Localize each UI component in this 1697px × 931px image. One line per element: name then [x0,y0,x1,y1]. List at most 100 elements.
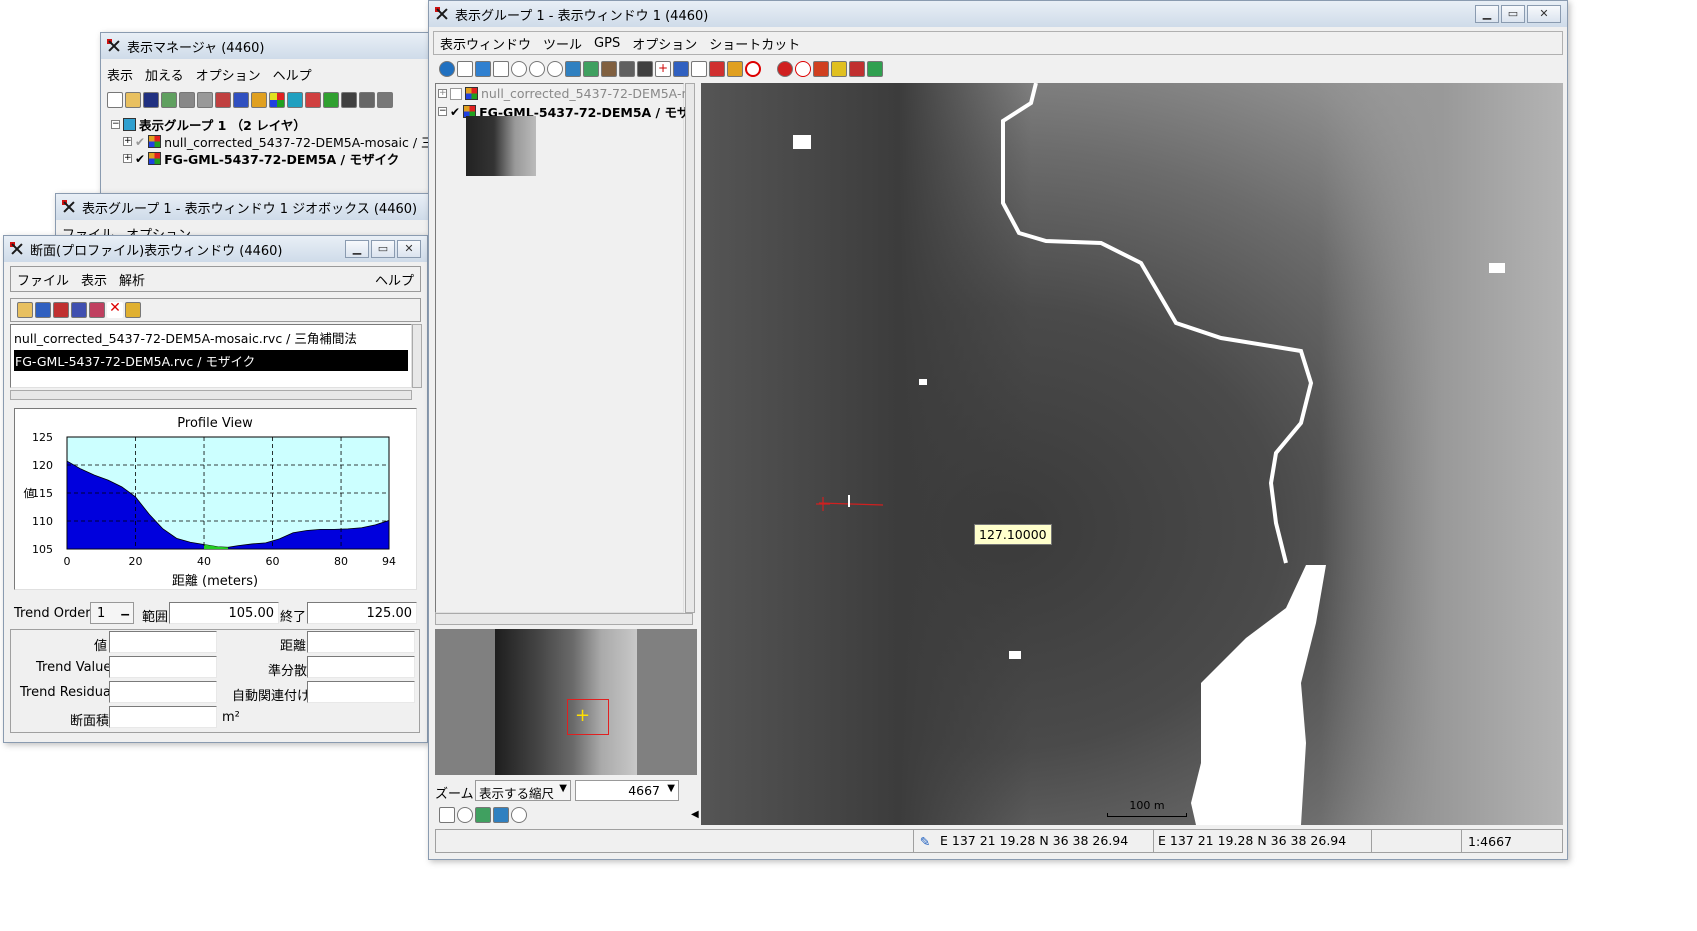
menu-gps[interactable]: GPS [588,36,626,51]
list-item[interactable]: null_corrected_5437-72-DEM5A-mosaic.rvc … [11,325,411,350]
trend-order-select[interactable]: 1 ▁ [90,602,134,624]
layer-hscrollbar[interactable] [435,613,693,625]
zoom-extent-icon[interactable] [565,61,581,77]
zoom-out-icon[interactable] [529,61,545,77]
menu-view-window[interactable]: 表示ウィンドウ [434,34,537,53]
menu-help[interactable]: ヘルプ [267,65,318,84]
view-layer-panel[interactable]: + null_corrected_5437-72-DEM5A-m − ✔ FG-… [435,83,694,613]
zoom-value-field[interactable]: 4667 ▼ [575,780,679,801]
list-icon[interactable] [53,302,69,318]
checkbox-icon[interactable] [450,87,462,100]
settings-icon[interactable] [125,302,141,318]
layer-icon[interactable] [197,92,213,108]
expand-icon[interactable]: + [123,154,132,163]
close-button[interactable]: ✕ [397,240,421,258]
pointer-icon[interactable] [813,61,829,77]
stop-icon[interactable] [777,61,793,77]
select-icon[interactable] [673,61,689,77]
menu-analysis[interactable]: 解析 [113,270,151,289]
horizontal-scrollbar[interactable] [10,390,412,400]
grid-icon[interactable] [287,92,303,108]
menu-options[interactable]: オプション [190,65,267,84]
zoom-in-icon[interactable] [511,807,527,823]
menu-add[interactable]: 加える [139,65,190,84]
zoom-box-icon[interactable] [547,61,563,77]
vector-icon[interactable] [251,92,267,108]
swap-icon[interactable] [89,302,105,318]
pan-icon[interactable] [475,61,491,77]
layer-icon[interactable] [179,92,195,108]
minimize-button[interactable]: ▁ [1475,5,1499,23]
no-icon[interactable] [745,61,761,77]
add-point-icon[interactable]: + [655,61,671,77]
full-view-icon[interactable] [457,61,473,77]
sort-icon[interactable] [71,302,87,318]
color-icon[interactable] [269,92,285,108]
collapse-icon[interactable]: − [111,120,120,129]
layer-row[interactable]: + ✔ FG-GML-5437-72-DEM5A / モザイク [123,149,399,168]
menu-view[interactable]: 表示 [75,270,113,289]
display-manager-titlebar[interactable]: 表示マネージャ (4460) [101,33,439,59]
menu-display[interactable]: 表示 [101,65,139,84]
collapse-icon[interactable]: − [438,107,447,116]
maximize-button[interactable]: ▭ [1501,5,1525,23]
legend-icon[interactable] [849,61,865,77]
arrows-icon[interactable] [709,61,725,77]
save-icon[interactable] [143,92,159,108]
zoom-layer-icon[interactable] [493,807,509,823]
menu-help[interactable]: ヘルプ [369,270,420,289]
vertical-scrollbar[interactable] [412,324,422,388]
profile-chart[interactable]: Profile View 0 20 40 60 80 94 125 120 115 110 105 距離… [15,409,416,589]
profile-window[interactable]: 断面(プロファイル)表示ウィンドウ (4460) ▁ ▭ ✕ ファイル 表示 解… [3,235,428,743]
expand-icon[interactable]: + [123,137,132,146]
menu-shortcut[interactable]: ショートカット [703,34,806,53]
geobox-titlebar[interactable]: 表示グループ 1 - 表示ウィンドウ 1 ジオボックス (4460) [56,194,439,220]
profile-titlebar[interactable]: 断面(プロファイル)表示ウィンドウ (4460) ▁ ▭ ✕ [4,236,427,262]
pencil-icon[interactable] [831,61,847,77]
checkbox-icon[interactable]: ✔ [135,152,145,166]
checkbox-icon[interactable]: ✔ [135,135,145,149]
globe-icon[interactable] [601,61,617,77]
minimize-button[interactable]: ▁ [345,240,369,258]
maximize-button[interactable]: ▭ [371,240,395,258]
zoom-select[interactable]: 表示する縮尺 ▼ [475,780,571,801]
redraw-icon[interactable] [439,61,455,77]
tin-icon[interactable] [323,92,339,108]
menu-options[interactable]: オプション [626,34,703,53]
magnifier-icon[interactable] [457,807,473,823]
display-manager-window[interactable]: 表示マネージャ (4460) 表示 加える オプション ヘルプ − 表示グループ… [100,32,440,212]
range-start-field[interactable]: 105.00 [169,602,279,624]
map-canvas[interactable]: 127.10000 100 m [701,83,1563,825]
checkbox-icon[interactable]: ✔ [450,105,460,119]
range-end-field[interactable]: 125.00 [307,602,417,624]
overview-map[interactable]: + [435,629,697,775]
profile-layer-list[interactable]: null_corrected_5437-72-DEM5A-mosaic.rvc … [10,324,412,388]
layer-row[interactable]: + null_corrected_5437-72-DEM5A-m [438,86,694,101]
add-layer-icon[interactable] [215,92,231,108]
delete-icon[interactable]: ✕ [107,301,123,318]
close-button[interactable]: ✕ [1527,5,1561,23]
shape-icon[interactable] [305,92,321,108]
layer-vscrollbar[interactable] [685,83,695,613]
text-icon[interactable] [377,92,393,108]
find-icon[interactable] [619,61,635,77]
zoom-in-icon[interactable] [511,61,527,77]
cad-icon[interactable] [341,92,357,108]
camera-icon[interactable] [637,61,653,77]
database-icon[interactable] [359,92,375,108]
map-zoom-icon[interactable] [475,807,491,823]
measure-icon[interactable] [691,61,707,77]
open-folder-icon[interactable] [125,92,141,108]
expand-icon[interactable]: + [438,89,447,98]
new-icon[interactable] [107,92,123,108]
highlight-icon[interactable] [727,61,743,77]
view-titlebar[interactable]: 表示グループ 1 - 表示ウィンドウ 1 (4460) ▁ ▭ ✕ [429,1,1567,27]
chart-icon[interactable] [867,61,883,77]
export-icon[interactable] [35,302,51,318]
open-folder-icon[interactable] [17,302,33,318]
zoom-red-icon[interactable] [795,61,811,77]
view-window[interactable]: 表示グループ 1 - 表示ウィンドウ 1 (4460) ▁ ▭ ✕ 表示ウィンド… [428,0,1568,860]
zoom-layer-icon[interactable] [583,61,599,77]
list-item-selected[interactable]: FG-GML-5437-72-DEM5A.rvc / モザイク [14,350,408,371]
menu-tools[interactable]: ツール [537,34,588,53]
